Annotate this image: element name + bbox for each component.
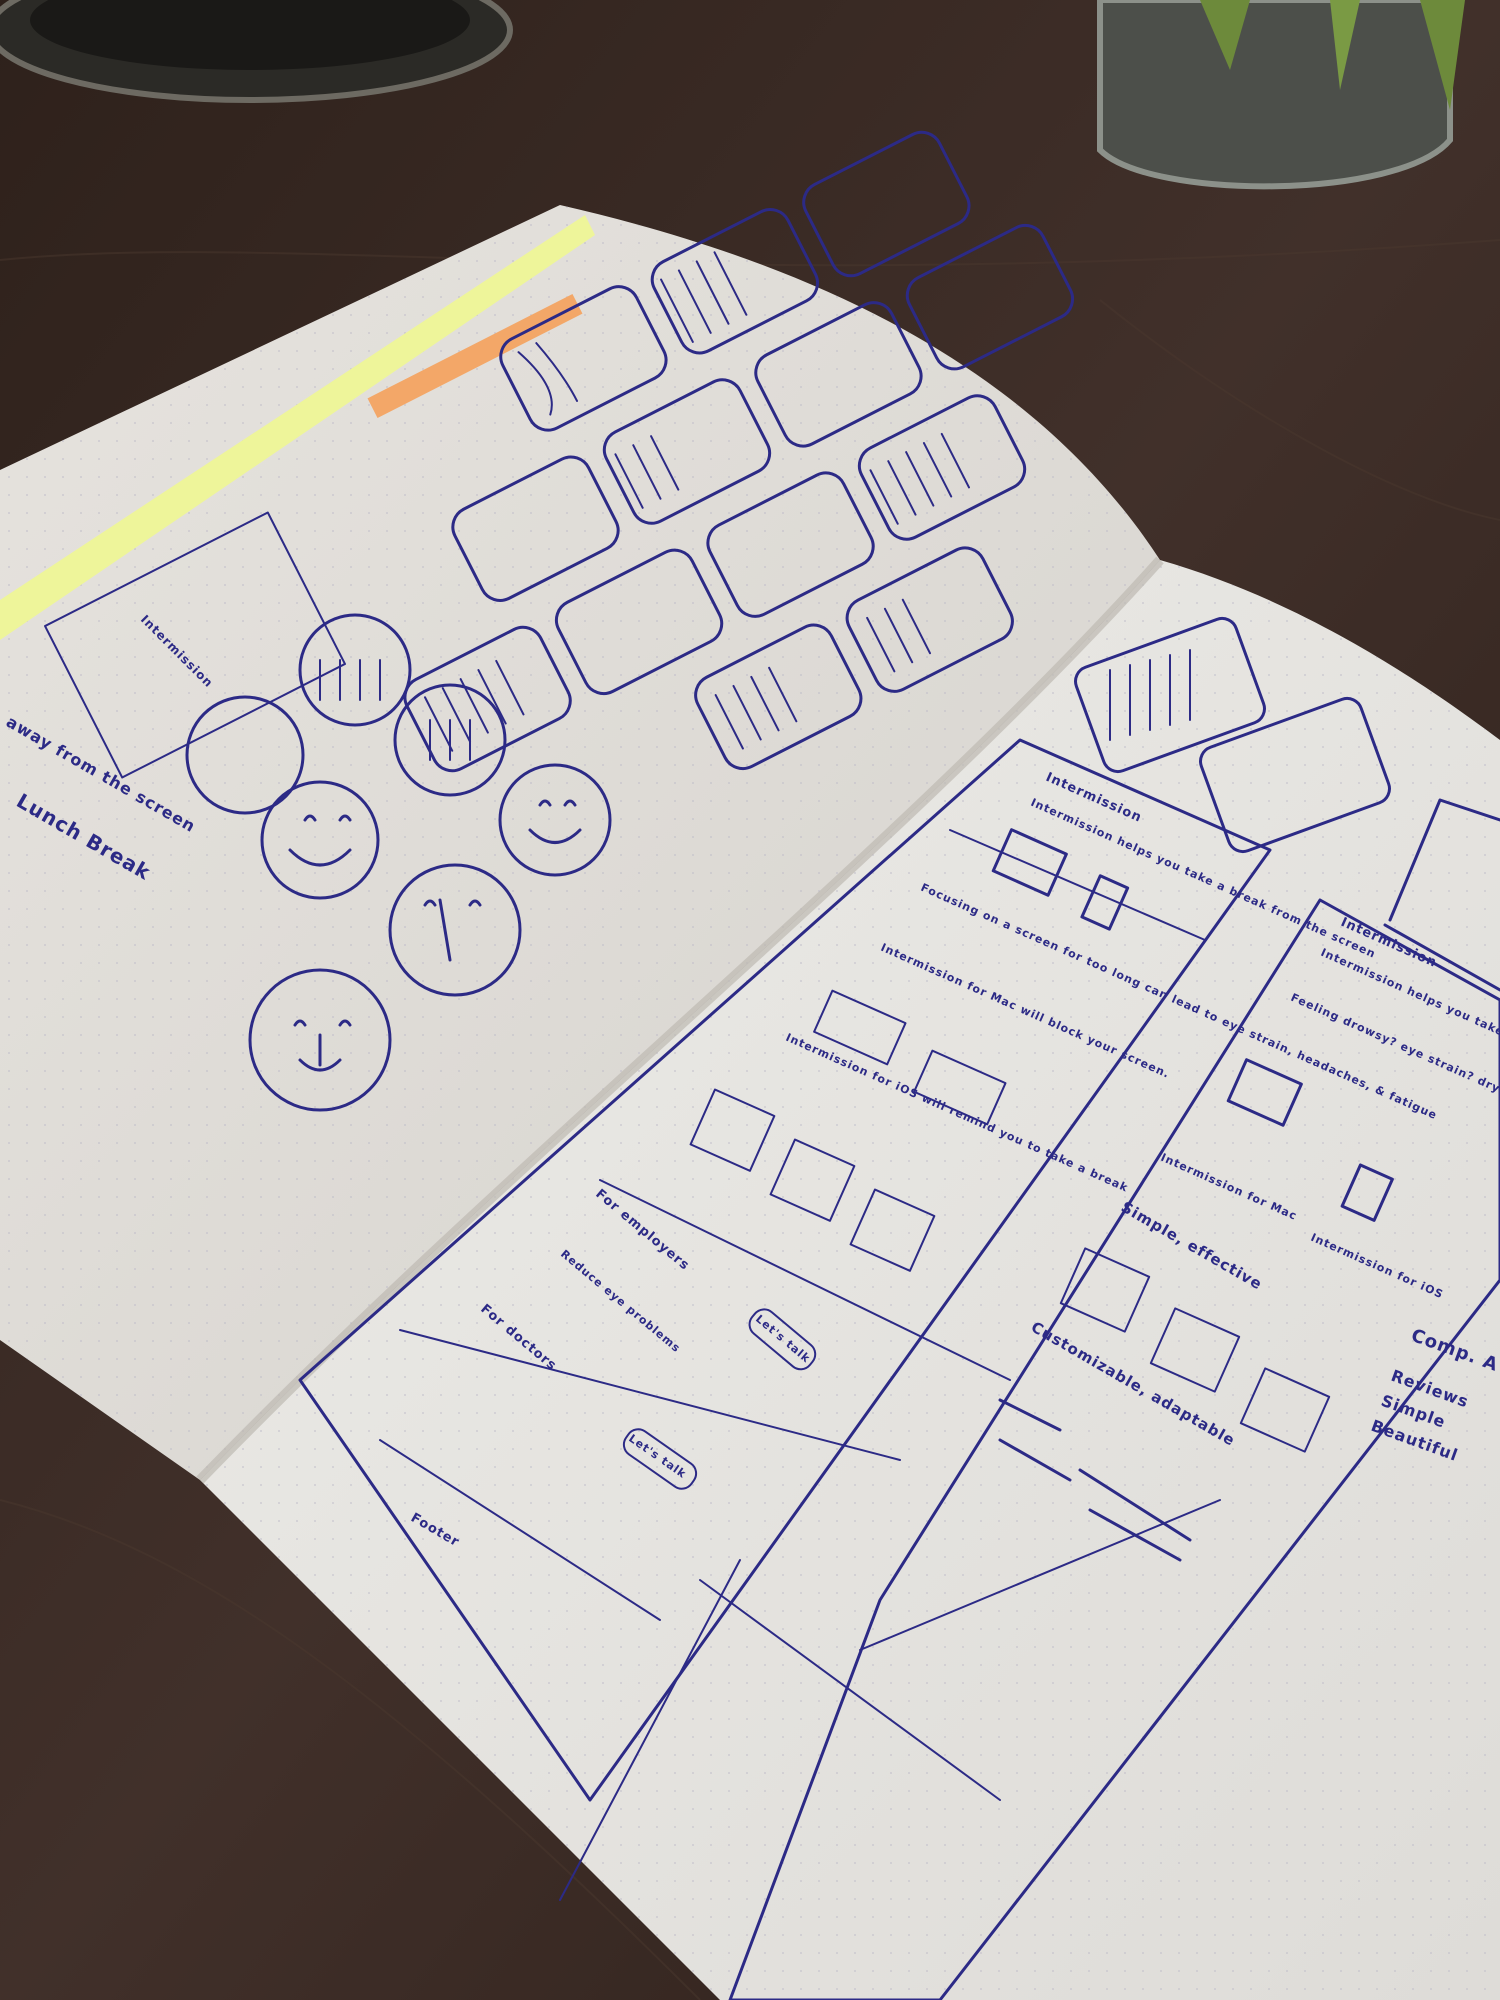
photo-scene: Intermission away from the screen Lunch … — [0, 0, 1500, 2000]
plant-vase — [1097, 0, 1465, 190]
